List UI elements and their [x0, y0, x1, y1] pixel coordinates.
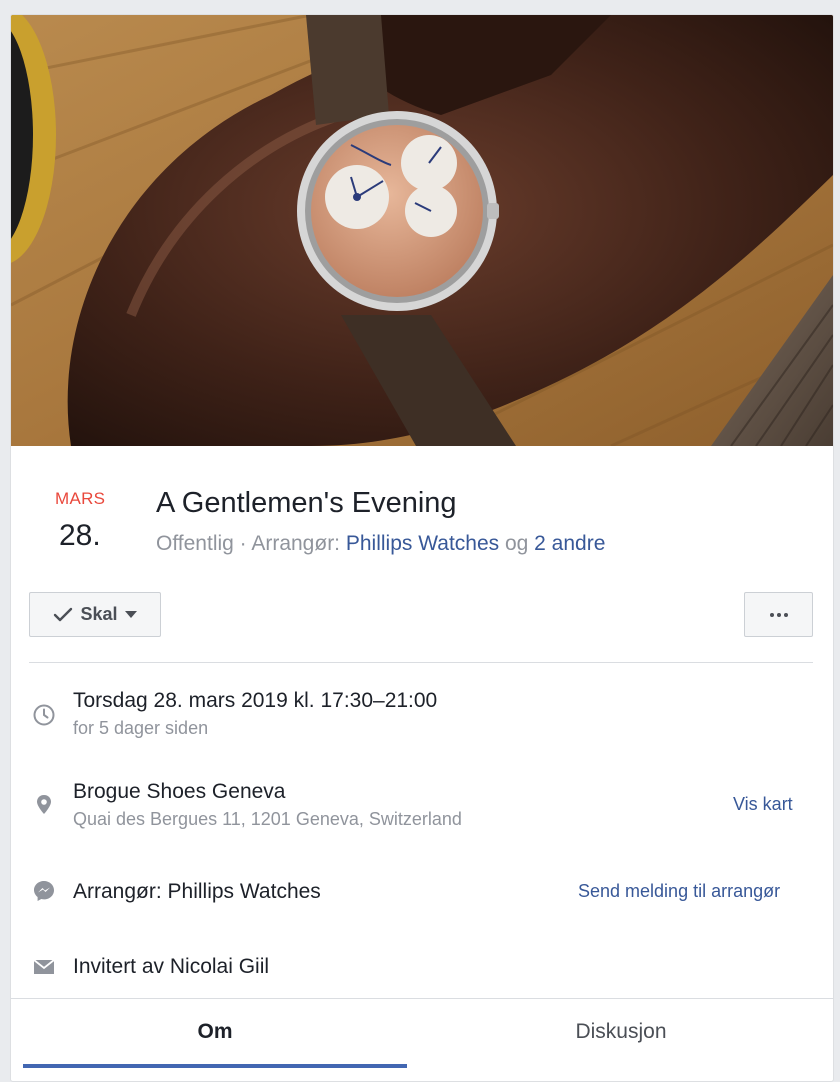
section-divider — [29, 662, 813, 663]
cover-photo-illustration — [11, 15, 833, 446]
active-tab-indicator — [23, 1064, 407, 1068]
clock-icon — [33, 704, 55, 726]
tabs-divider — [11, 998, 833, 999]
event-title: A Gentlemen's Evening — [156, 487, 457, 519]
going-button-label: Skal — [80, 604, 118, 624]
more-horizontal-icon — [769, 612, 788, 617]
tab-diskusjon[interactable]: Diskusjon — [421, 1020, 821, 1044]
organizer-link[interactable]: Phillips Watches — [346, 532, 499, 555]
location-pin-icon — [37, 795, 51, 814]
event-time: Torsdag 28. mars 2019 kl. 17:30–21:00 — [73, 689, 438, 712]
event-card: MARS 28. A Gentlemen's Evening Offentlig… — [10, 14, 834, 1082]
checkmark-icon — [54, 607, 73, 621]
event-visibility: Offentlig · Arrangør: — [156, 532, 346, 555]
invited-by: Invitert av Nicolai Giil — [73, 955, 270, 978]
caret-down-icon — [124, 610, 137, 618]
event-time-relative: for 5 dager siden — [73, 718, 209, 738]
more-options-button[interactable] — [744, 592, 813, 637]
tab-om[interactable]: Om — [23, 1020, 407, 1044]
going-button[interactable]: Skal — [29, 592, 161, 637]
conjunction-text: og — [499, 532, 535, 555]
show-map-link[interactable]: Vis kart — [733, 794, 793, 815]
others-link[interactable]: 2 andre — [534, 532, 605, 555]
event-cover-photo[interactable] — [11, 15, 833, 446]
event-date-month: MARS — [55, 489, 106, 508]
location-address: Quai des Bergues 11, 1201 Geneva, Switze… — [73, 809, 462, 829]
envelope-icon — [33, 959, 55, 974]
messenger-icon — [34, 881, 54, 901]
location-name[interactable]: Brogue Shoes Geneva — [73, 780, 285, 804]
event-date-day: 28. — [59, 519, 101, 552]
organizer-name: Arrangør: Phillips Watches — [73, 880, 321, 903]
event-subtitle: Offentlig · Arrangør: Phillips Watches o… — [156, 532, 605, 556]
message-organizer-link[interactable]: Send melding til arrangør — [578, 881, 780, 902]
